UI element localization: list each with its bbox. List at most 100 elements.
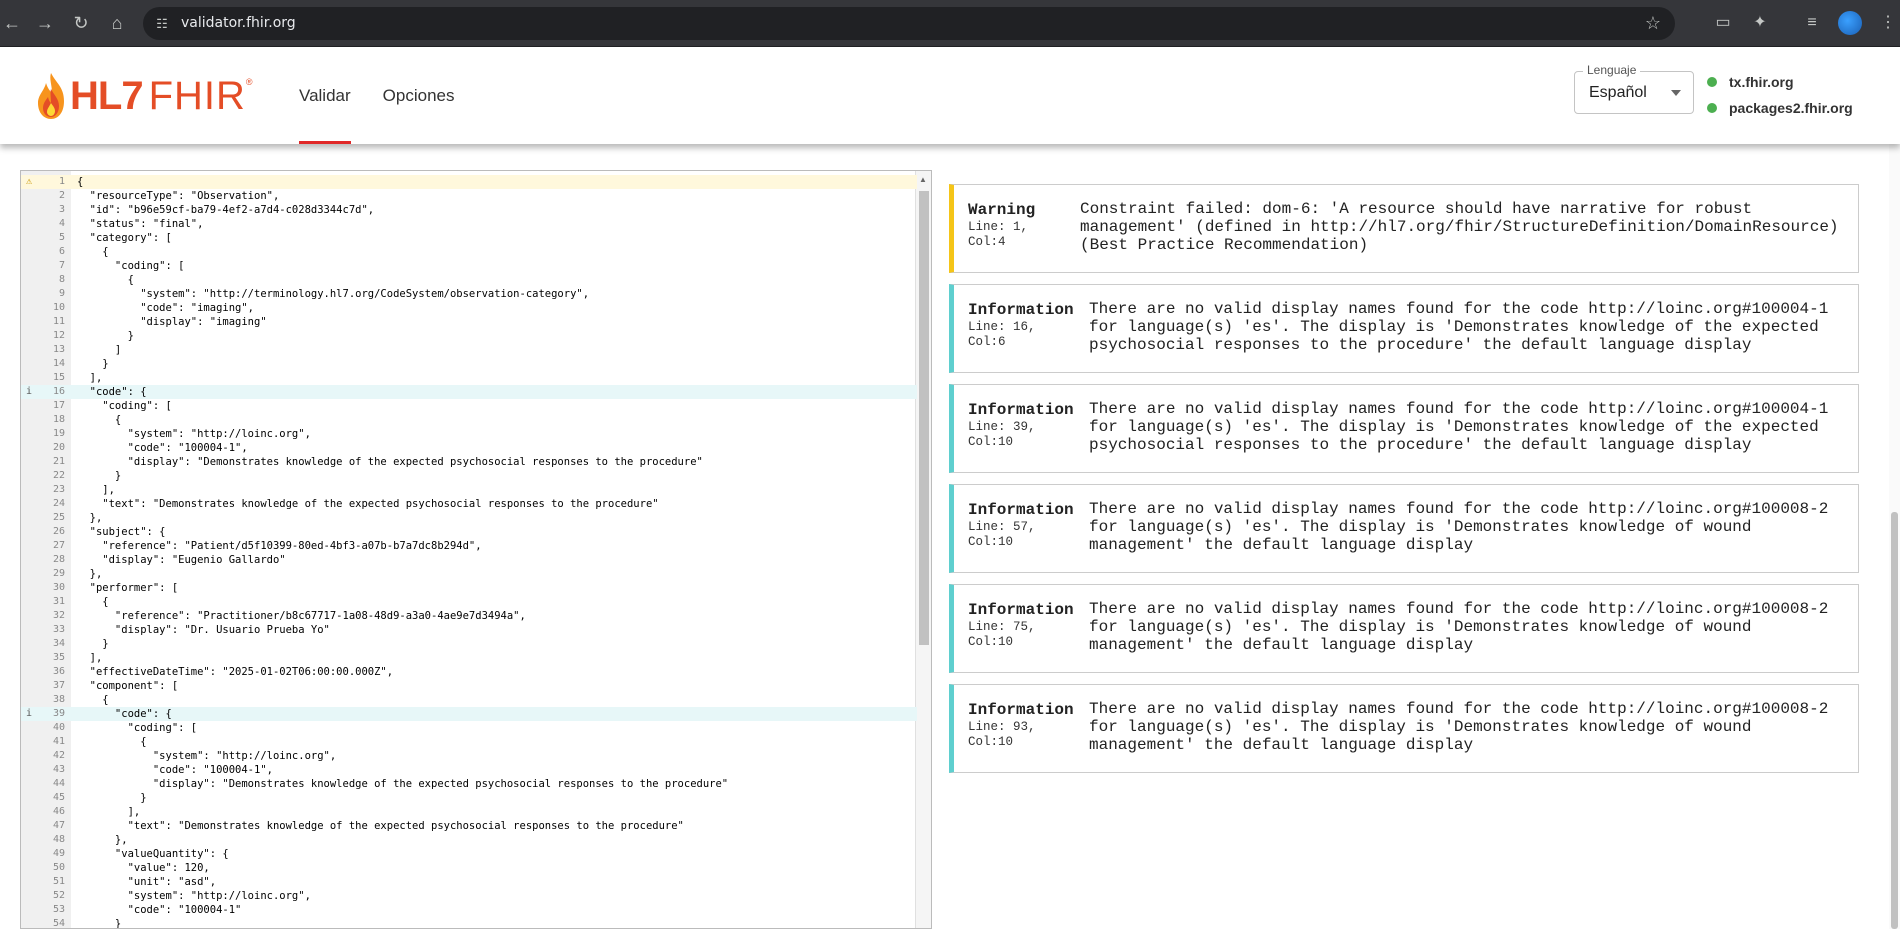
message-location[interactable]: Line: 16, Col:6: [968, 320, 1068, 350]
editor-line[interactable]: 7 "coding": [: [21, 259, 917, 273]
warning-message[interactable]: Warning Line: 1, Col:4 Constraint failed: d…: [949, 184, 1859, 273]
code-text[interactable]: "category": [: [77, 231, 172, 245]
message-location[interactable]: Line: 1, Col:4: [968, 220, 1068, 250]
code-text[interactable]: "value": 120,: [77, 861, 210, 875]
editor-line[interactable]: 17 "coding": [: [21, 399, 917, 413]
code-text[interactable]: "id": "b96e59cf-ba79-4ef2-a7d4-c028d3344…: [77, 203, 374, 217]
code-text[interactable]: "system": "http://loinc.org",: [77, 427, 311, 441]
editor-line[interactable]: 52 "system": "http://loinc.org",: [21, 889, 917, 903]
code-text[interactable]: "display": "Demonstrates knowledge of th…: [77, 777, 728, 791]
code-text[interactable]: {: [77, 273, 134, 287]
code-text[interactable]: ]: [77, 343, 121, 357]
code-text[interactable]: "text": "Demonstrates knowledge of the e…: [77, 819, 684, 833]
editor-line[interactable]: 2 "resourceType": "Observation",: [21, 189, 917, 203]
code-text[interactable]: "component": [: [77, 679, 179, 693]
code-text[interactable]: "code": "100004-1",: [77, 441, 248, 455]
chevron-down-icon[interactable]: [1671, 90, 1681, 96]
info-icon[interactable]: i: [26, 385, 32, 399]
page-scrollbar-thumb[interactable]: [1891, 512, 1898, 929]
code-text[interactable]: "subject": {: [77, 525, 166, 539]
editor-line[interactable]: 12 }: [21, 329, 917, 343]
code-text[interactable]: "code": {: [77, 707, 172, 721]
editor-line[interactable]: 34 }: [21, 637, 917, 651]
information-message[interactable]: Information Line: 57, Col:10 There are no v…: [949, 484, 1859, 573]
language-select[interactable]: Lenguaje Español: [1574, 63, 1694, 114]
information-message[interactable]: Information Line: 39, Col:10 There are no v…: [949, 384, 1859, 473]
code-text[interactable]: "valueQuantity": {: [77, 847, 229, 861]
editor-line[interactable]: 14 }: [21, 357, 917, 371]
code-text[interactable]: }: [77, 357, 108, 371]
editor-line[interactable]: 22 }: [21, 469, 917, 483]
back-icon[interactable]: ←: [0, 11, 24, 35]
info-icon[interactable]: i: [26, 707, 32, 721]
editor-line[interactable]: 53 "code": "100004-1": [21, 903, 917, 917]
json-editor[interactable]: ▲ ⚠ 1{2 "resourceType": "Observation", 3 "…: [20, 170, 932, 929]
editor-line[interactable]: 48 },: [21, 833, 917, 847]
editor-line[interactable]: 8 {: [21, 273, 917, 287]
reload-icon[interactable]: ↻: [69, 11, 93, 35]
editor-line[interactable]: 45 }: [21, 791, 917, 805]
editor-line[interactable]: 31 {: [21, 595, 917, 609]
editor-line[interactable]: 40 "coding": [: [21, 721, 917, 735]
editor-line[interactable]: 44 "display": "Demonstrates knowledge of…: [21, 777, 917, 791]
editor-line[interactable]: 5 "category": [: [21, 231, 917, 245]
editor-line[interactable]: 21 "display": "Demonstrates knowledge of…: [21, 455, 917, 469]
editor-line[interactable]: 38 {: [21, 693, 917, 707]
cast-icon[interactable]: ▭: [1711, 11, 1735, 35]
editor-line[interactable]: 43 "code": "100004-1",: [21, 763, 917, 777]
code-text[interactable]: "reference": "Practitioner/b8c67717-1a08…: [77, 609, 526, 623]
code-text[interactable]: "display": "Dr. Usuario Prueba Yo": [77, 623, 330, 637]
code-text[interactable]: "code": "100004-1": [77, 903, 242, 917]
code-text[interactable]: {: [77, 175, 83, 189]
editor-line[interactable]: 41 {: [21, 735, 917, 749]
code-text[interactable]: },: [77, 567, 103, 581]
editor-line[interactable]: 47 "text": "Demonstrates knowledge of th…: [21, 819, 917, 833]
editor-line[interactable]: 49 "valueQuantity": {: [21, 847, 917, 861]
editor-line[interactable]: 4 "status": "final",: [21, 217, 917, 231]
code-text[interactable]: {: [77, 413, 121, 427]
site-info-icon[interactable]: ☷: [153, 15, 171, 33]
code-text[interactable]: "code": "100004-1",: [77, 763, 273, 777]
editor-line[interactable]: 54 }: [21, 917, 917, 928]
hl7-fhir-logo[interactable]: HL7 FHIR ®: [34, 71, 253, 121]
editor-line[interactable]: 23 ],: [21, 483, 917, 497]
editor-line[interactable]: 35 ],: [21, 651, 917, 665]
code-text[interactable]: "resourceType": "Observation",: [77, 189, 280, 203]
editor-line[interactable]: 42 "system": "http://loinc.org",: [21, 749, 917, 763]
editor-line[interactable]: 10 "code": "imaging",: [21, 301, 917, 315]
message-location[interactable]: Line: 57, Col:10: [968, 520, 1068, 550]
code-text[interactable]: {: [77, 595, 108, 609]
information-message[interactable]: Information Line: 93, Col:10 There are no v…: [949, 684, 1859, 773]
tab-validar[interactable]: Validar: [299, 47, 351, 144]
star-icon[interactable]: ☆: [1645, 13, 1661, 34]
warning-icon[interactable]: ⚠: [26, 175, 32, 189]
code-text[interactable]: "text": "Demonstrates knowledge of the e…: [77, 497, 658, 511]
forward-icon[interactable]: →: [33, 11, 57, 35]
editor-line[interactable]: 9 "system": "http://terminology.hl7.org/…: [21, 287, 917, 301]
code-text[interactable]: ],: [77, 371, 103, 385]
code-text[interactable]: "system": "http://loinc.org",: [77, 889, 311, 903]
code-text[interactable]: "system": "http://loinc.org",: [77, 749, 336, 763]
code-text[interactable]: "performer": [: [77, 581, 179, 595]
code-text[interactable]: "status": "final",: [77, 217, 204, 231]
menu-icon[interactable]: ⋮: [1876, 11, 1900, 35]
address-bar[interactable]: ☷ validator.fhir.org ☆: [143, 7, 1675, 40]
editor-line[interactable]: 30 "performer": [: [21, 581, 917, 595]
code-text[interactable]: "unit": "asd",: [77, 875, 217, 889]
editor-line[interactable]: 3 "id": "b96e59cf-ba79-4ef2-a7d4-c028d33…: [21, 203, 917, 217]
code-text[interactable]: "display": "Eugenio Gallardo": [77, 553, 285, 567]
code-text[interactable]: "coding": [: [77, 399, 172, 413]
editor-line[interactable]: 32 "reference": "Practitioner/b8c67717-1…: [21, 609, 917, 623]
editor-line[interactable]: 37 "component": [: [21, 679, 917, 693]
editor-line[interactable]: 20 "code": "100004-1",: [21, 441, 917, 455]
code-text[interactable]: "display": "imaging": [77, 315, 266, 329]
code-text[interactable]: {: [77, 245, 108, 259]
editor-line[interactable]: 51 "unit": "asd",: [21, 875, 917, 889]
editor-line[interactable]: 18 {: [21, 413, 917, 427]
editor-line[interactable]: 36 "effectiveDateTime": "2025-01-02T06:0…: [21, 665, 917, 679]
home-icon[interactable]: ⌂: [105, 11, 129, 35]
profile-icon[interactable]: [1838, 11, 1862, 35]
editor-scrollbar[interactable]: ▲: [915, 171, 931, 928]
code-text[interactable]: "reference": "Patient/d5f10399-80ed-4bf3…: [77, 539, 481, 553]
message-location[interactable]: Line: 75, Col:10: [968, 620, 1068, 650]
